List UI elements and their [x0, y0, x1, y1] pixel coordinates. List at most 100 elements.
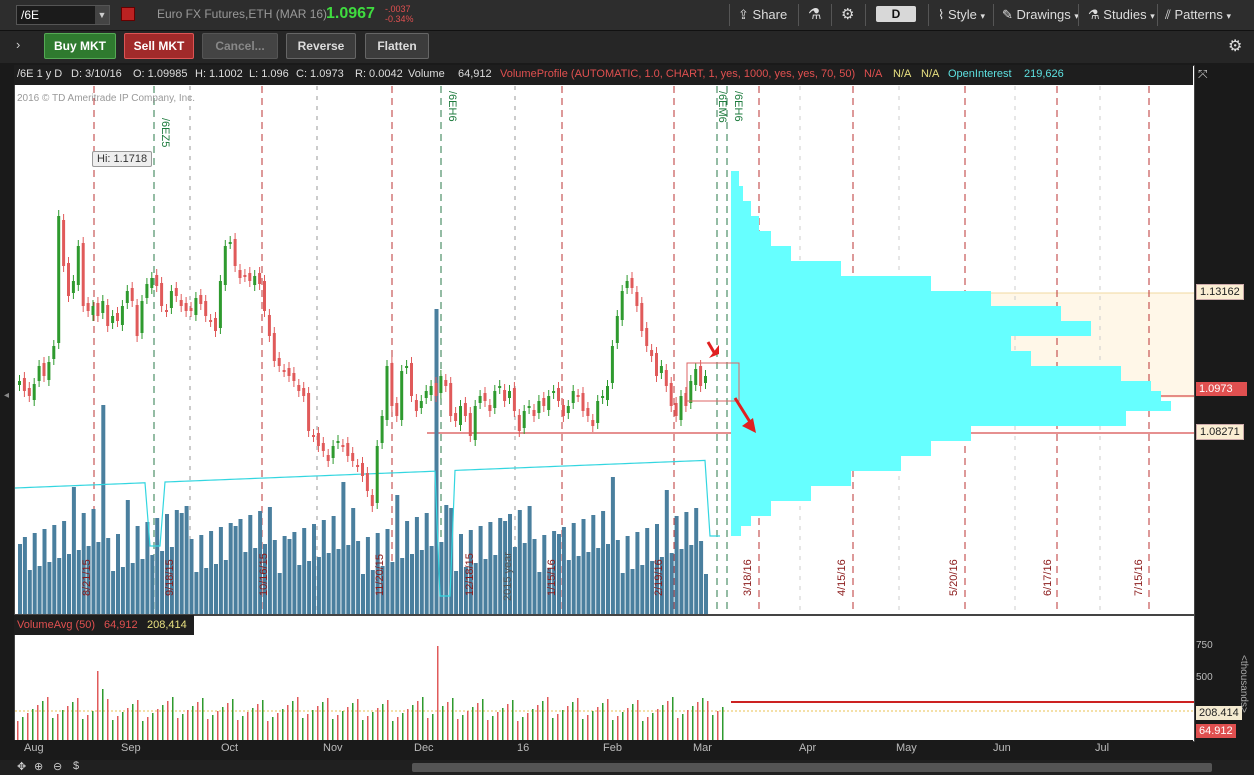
vertical-date-label: 3/18/16 [742, 559, 754, 596]
volume-bar [689, 545, 694, 614]
open-interest-label: OpenInterest [948, 68, 1012, 80]
volume-avg-bar [467, 711, 469, 741]
volume-bar [615, 540, 620, 614]
volume-avg-bar [227, 703, 229, 741]
volume-profile-row [731, 291, 991, 306]
volume-profile-row [731, 391, 1161, 401]
volume-avg-bar [82, 719, 84, 741]
time-axis-label: 16 [517, 742, 530, 754]
volume-avg-bar [682, 714, 684, 741]
volume-avg-bar [237, 720, 239, 741]
flatten-button[interactable]: Flatten [365, 33, 429, 59]
drawings-menu[interactable]: ✎ Drawings ▾ [1002, 7, 1079, 23]
candle-body [248, 273, 252, 281]
candle-body [27, 388, 31, 396]
volume-bar [704, 574, 708, 614]
period-selector[interactable]: D [876, 6, 916, 22]
candle-body [410, 363, 413, 396]
divider [928, 4, 929, 26]
volume-avg-bar [522, 717, 524, 741]
time-axis-label: Jul [1095, 742, 1110, 754]
candle-body [165, 310, 168, 312]
volume-avg-bar [302, 718, 304, 741]
volume-avg-bar [137, 700, 139, 741]
style-menu[interactable]: ⌇ Style ▾ [938, 7, 985, 23]
volume-avg-bar [197, 702, 199, 741]
volume-bar [125, 500, 130, 614]
vertical-date-label: 1/15/16 [546, 559, 558, 596]
volume-avg-bar [612, 720, 614, 741]
volume-avg-bar [272, 717, 274, 741]
volume-profile-label: VolumeProfile (AUTOMATIC, 1.0, CHART, 1,… [500, 68, 856, 80]
candle-body [258, 273, 262, 284]
volume-avg-bar [687, 710, 689, 741]
buy-mkt-button[interactable]: Buy MKT [44, 33, 116, 59]
volume-bar [625, 536, 630, 614]
price-label-upper: 1.13162 [1196, 284, 1244, 300]
horizontal-scrollbar[interactable] [412, 763, 1212, 772]
candle-body [405, 366, 409, 368]
settings-gear-icon[interactable]: ⚙ [1228, 36, 1242, 56]
symbol-input[interactable]: /6E ▼ [16, 5, 110, 25]
candle-body [174, 288, 178, 296]
volume-bar [410, 554, 414, 614]
volume-bar [669, 553, 674, 614]
collapse-icon[interactable]: ⤧ [1198, 67, 1208, 82]
pan-icon[interactable]: ✥ [17, 760, 26, 773]
volume-bar [645, 528, 650, 614]
candle-body [209, 320, 213, 322]
candle-body [321, 443, 325, 451]
volume-avg-label: VolumeAvg (50) [17, 619, 96, 631]
flask-icon[interactable]: ⚗ [808, 5, 821, 23]
candle-body [414, 400, 418, 411]
cancel-button[interactable]: Cancel... [202, 33, 278, 59]
study-date: D: 3/10/16 [71, 68, 122, 80]
volume-bar [522, 543, 527, 614]
volume-avg-bar [607, 699, 609, 741]
studies-menu[interactable]: ⚗ Studies ▾ [1088, 7, 1155, 23]
candle-body [517, 415, 521, 431]
candle-body [150, 278, 154, 288]
sell-mkt-button[interactable]: Sell MKT [124, 33, 194, 59]
candle-body [140, 301, 144, 333]
zoom-in-icon[interactable]: ⊕ [34, 760, 43, 773]
candle-body [699, 366, 703, 386]
dollar-icon[interactable]: $ [73, 760, 79, 772]
volume-profile-row [731, 486, 811, 501]
candle-body [645, 328, 649, 346]
candle-body [228, 242, 232, 244]
volume-bar [223, 560, 228, 614]
volume-bar [699, 541, 704, 614]
vertical-date-label: 8/21/15 [81, 559, 93, 596]
volume-avg-bar [532, 709, 534, 741]
zoom-out-icon[interactable]: ⊖ [53, 760, 62, 773]
gear-icon[interactable]: ⚙ [841, 5, 854, 23]
patterns-menu[interactable]: ⫽ Patterns ▾ [1165, 7, 1231, 23]
volume-profile-row [731, 471, 851, 486]
study-high: H: 1.1002 [195, 68, 243, 80]
left-scroll-icon[interactable]: ◂ [4, 390, 9, 401]
volume-avg-bar [32, 709, 34, 741]
volume-avg-bar [667, 701, 669, 741]
chevron-down-icon[interactable]: ▼ [95, 6, 109, 24]
price-chart[interactable]: 8/21/15 9/18/15 10/16/15 11/20/15 12/18/15 1/… [14, 65, 1195, 615]
reverse-button[interactable]: Reverse [286, 33, 356, 59]
candle-body [336, 441, 340, 443]
volume-avg-bar [142, 721, 144, 741]
expand-arrow-icon[interactable]: › [16, 37, 20, 52]
candle-body [292, 373, 296, 381]
flag-icon[interactable] [121, 7, 135, 21]
volume-bar [302, 528, 307, 614]
volume-avg-bar [692, 706, 694, 741]
open-interest-value: 219,626 [1024, 68, 1064, 80]
volume-bar [18, 544, 22, 614]
volume-bar [346, 545, 351, 614]
volume-bar [111, 571, 116, 614]
volume-bar [189, 539, 194, 614]
volume-bar [664, 490, 669, 614]
volume-avg-bar [477, 703, 479, 741]
share-button[interactable]: ⇪ Share [738, 7, 787, 23]
candle-body [493, 391, 497, 408]
candle-body [610, 346, 614, 383]
volume-bar [566, 560, 571, 614]
